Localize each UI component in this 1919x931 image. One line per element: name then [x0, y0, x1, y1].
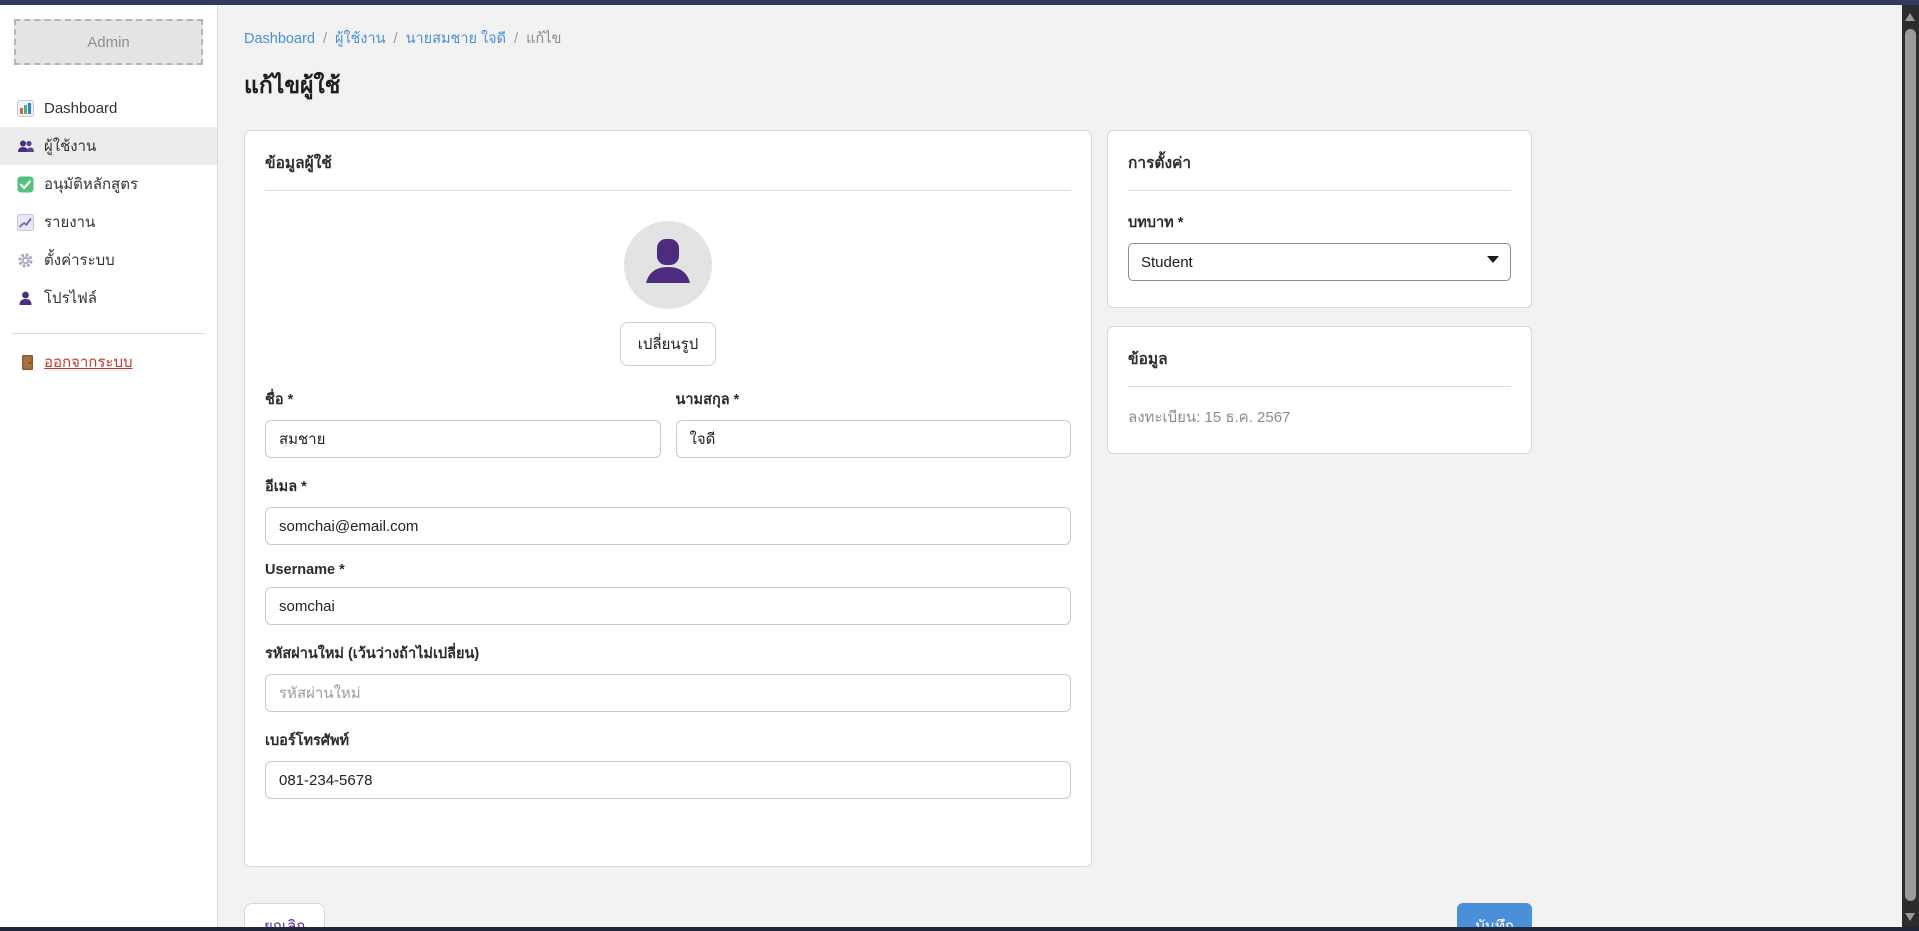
first-name-input[interactable] [265, 420, 661, 458]
breadcrumb-link-dashboard[interactable]: Dashboard [244, 31, 315, 47]
window-bottom-bar [0, 927, 1919, 931]
registered-date-text: ลงทะเบียน: 15 ธ.ค. 2567 [1128, 405, 1511, 429]
required-mark: * [1178, 215, 1184, 231]
scroll-up-arrow-icon[interactable] [1905, 13, 1915, 21]
avatar-block: เปลี่ยนรูป [265, 221, 1071, 366]
sidebar-item-label: ผู้ใช้งาน [44, 134, 96, 158]
info-card: ข้อมูล ลงทะเบียน: 15 ธ.ค. 2567 [1107, 326, 1532, 454]
settings-card: การตั้งค่า บทบาท * Student [1107, 130, 1532, 308]
breadcrumb-separator: / [323, 31, 327, 47]
sidebar-item-label: Dashboard [44, 100, 117, 117]
page-title: แก้ไขผู้ใช้ [244, 68, 1902, 104]
avatar [624, 221, 712, 309]
email-input[interactable] [265, 507, 1071, 545]
required-mark: * [339, 562, 345, 578]
sidebar-item-reports[interactable]: รายงาน [0, 203, 217, 241]
cancel-button[interactable]: ยกเลิก [244, 903, 325, 927]
required-mark: * [734, 392, 740, 408]
sidebar: Admin Dashboard [0, 5, 218, 927]
scroll-down-arrow-icon[interactable] [1905, 913, 1915, 921]
breadcrumb-current: แก้ไข [526, 27, 561, 50]
sidebar-item-label: โปรไฟล์ [44, 286, 97, 310]
sidebar-item-profile[interactable]: โปรไฟล์ [0, 279, 217, 317]
settings-gear-icon [17, 252, 34, 269]
info-card-title: ข้อมูล [1128, 327, 1511, 387]
breadcrumb-separator: / [394, 31, 398, 47]
report-icon [17, 214, 34, 231]
sidebar-divider [12, 333, 205, 334]
first-name-field-group: ชื่อ * [265, 388, 661, 458]
admin-logo-text: Admin [87, 34, 130, 51]
logout-link[interactable]: ออกจากระบบ [0, 350, 217, 374]
settings-card-title: การตั้งค่า [1128, 131, 1511, 191]
sidebar-nav: Dashboard ผู้ใช้งาน อนุมัติหลักสูตร [0, 89, 217, 317]
username-field-group: Username * [265, 562, 1071, 625]
phone-field-group: เบอร์โทรศัพท์ [265, 729, 1071, 799]
sidebar-item-label: ตั้งค่าระบบ [44, 248, 115, 272]
users-icon [17, 138, 34, 155]
last-name-input[interactable] [676, 420, 1072, 458]
vertical-scrollbar[interactable] [1902, 5, 1919, 927]
first-name-label: ชื่อ * [265, 388, 661, 411]
window-top-bar [0, 0, 1919, 5]
new-password-field-group: รหัสผ่านใหม่ (เว้นว่างถ้าไม่เปลี่ยน) [265, 642, 1071, 712]
right-column: การตั้งค่า บทบาท * Student ข้อมูล [1107, 130, 1532, 454]
user-info-card-title: ข้อมูลผู้ใช้ [265, 131, 1071, 191]
last-name-label: นามสกุล * [676, 388, 1072, 411]
sidebar-item-label: รายงาน [44, 210, 95, 234]
email-label: อีเมล * [265, 475, 1071, 498]
sidebar-item-approve-courses[interactable]: อนุมัติหลักสูตร [0, 165, 217, 203]
scrollbar-thumb[interactable] [1905, 29, 1916, 901]
breadcrumb-separator: / [514, 31, 518, 47]
phone-input[interactable] [265, 761, 1071, 799]
content-grid: ข้อมูลผู้ใช้ เปลี่ยนรูป ชื่อ * [244, 130, 1902, 867]
save-button[interactable]: บันทึก [1457, 903, 1532, 927]
logout-label: ออกจากระบบ [44, 350, 133, 374]
breadcrumb-link-user-name[interactable]: นายสมชาย ใจดี [406, 27, 506, 50]
breadcrumb: Dashboard / ผู้ใช้งาน / นายสมชาย ใจดี / … [244, 27, 1902, 50]
sidebar-item-label: อนุมัติหลักสูตร [44, 172, 138, 196]
required-mark: * [288, 392, 294, 408]
avatar-person-icon [624, 221, 712, 309]
dashboard-icon [17, 100, 34, 117]
user-info-card: ข้อมูลผู้ใช้ เปลี่ยนรูป ชื่อ * [244, 130, 1092, 867]
change-photo-button[interactable]: เปลี่ยนรูป [620, 322, 716, 366]
profile-icon [17, 290, 34, 307]
form-actions: ยกเลิก บันทึก [244, 903, 1532, 927]
role-label: บทบาท * [1128, 211, 1511, 234]
last-name-field-group: นามสกุล * [676, 388, 1072, 458]
sidebar-item-dashboard[interactable]: Dashboard [0, 89, 217, 127]
phone-label: เบอร์โทรศัพท์ [265, 729, 1071, 752]
admin-logo-box: Admin [14, 19, 203, 65]
new-password-label: รหัสผ่านใหม่ (เว้นว่างถ้าไม่เปลี่ยน) [265, 642, 1071, 665]
door-logout-icon [20, 354, 35, 371]
role-select[interactable]: Student [1128, 243, 1511, 281]
sidebar-item-users[interactable]: ผู้ใช้งาน [0, 127, 217, 165]
main-content: Dashboard / ผู้ใช้งาน / นายสมชาย ใจดี / … [219, 5, 1902, 927]
approve-icon [17, 176, 34, 193]
email-field-group: อีเมล * [265, 475, 1071, 545]
role-field-group: บทบาท * Student [1128, 211, 1511, 281]
username-input[interactable] [265, 587, 1071, 625]
new-password-input[interactable] [265, 674, 1071, 712]
sidebar-item-system-settings[interactable]: ตั้งค่าระบบ [0, 241, 217, 279]
username-label: Username * [265, 562, 1071, 578]
breadcrumb-link-users[interactable]: ผู้ใช้งาน [335, 27, 386, 50]
required-mark: * [301, 479, 307, 495]
